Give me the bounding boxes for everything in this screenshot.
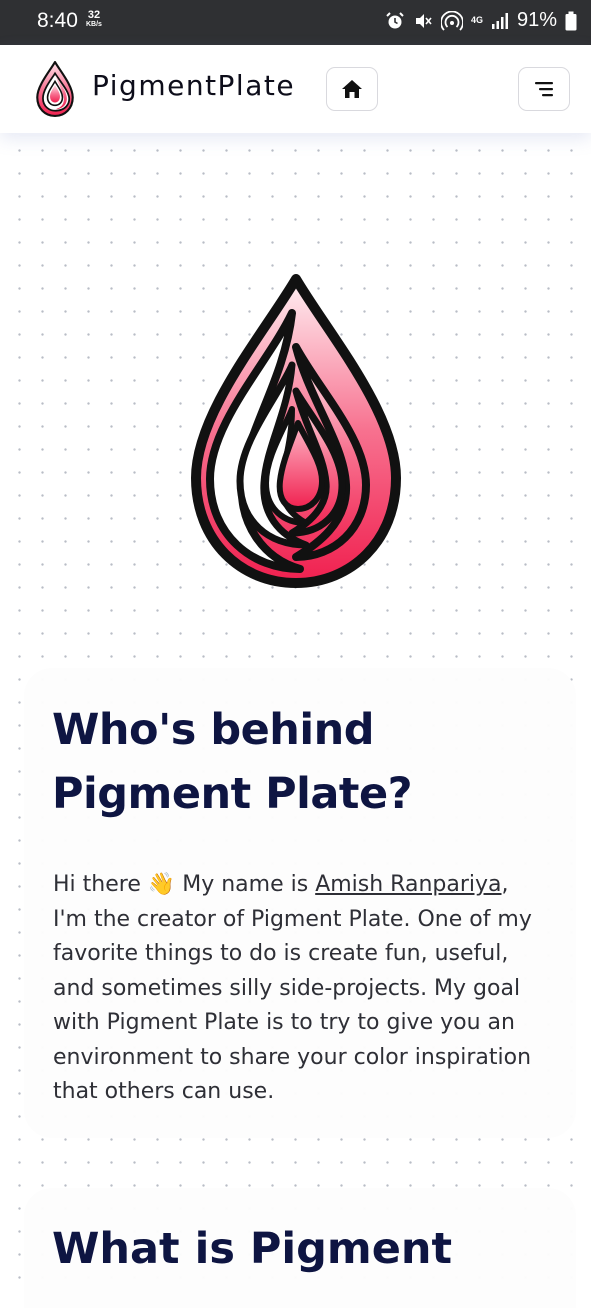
home-icon	[342, 80, 362, 98]
home-button[interactable]	[326, 67, 378, 111]
brand-name[interactable]: PigmentPlate	[92, 69, 295, 102]
pigmentplate-logo-icon[interactable]	[35, 61, 75, 117]
main-content: Who's behind Pigment Plate? Hi there 👋 M…	[0, 133, 591, 1308]
author-link[interactable]: Amish Ranpariya	[315, 872, 501, 897]
network-type: 4G	[470, 15, 483, 25]
status-time: 8:40	[37, 9, 78, 32]
status-bar: 8:40 32 KB/s 4G 91%	[0, 0, 591, 45]
about-title: Who's behind Pigment Plate?	[52, 705, 413, 819]
what-is-card: What is Pigment	[24, 1188, 576, 1308]
about-card: Who's behind Pigment Plate? Hi there 👋 M…	[24, 668, 576, 1138]
battery-icon	[565, 11, 577, 30]
what-is-title: What is Pigment	[52, 1224, 453, 1274]
status-icons: 4G 91%	[385, 9, 577, 32]
about-body: Hi there 👋 My name is Amish Ranpariya, I…	[53, 872, 532, 1104]
alarm-icon	[386, 11, 404, 28]
menu-button[interactable]	[518, 67, 570, 111]
hotspot-icon	[440, 10, 463, 31]
pigmentplate-hero-logo-icon	[191, 274, 401, 588]
top-navbar: PigmentPlate	[0, 45, 591, 133]
battery-percent: 91%	[516, 9, 557, 31]
data-speed: 32 KB/s	[86, 9, 102, 29]
menu-icon	[535, 82, 553, 97]
mute-icon	[415, 13, 432, 28]
signal-icon	[491, 12, 508, 29]
